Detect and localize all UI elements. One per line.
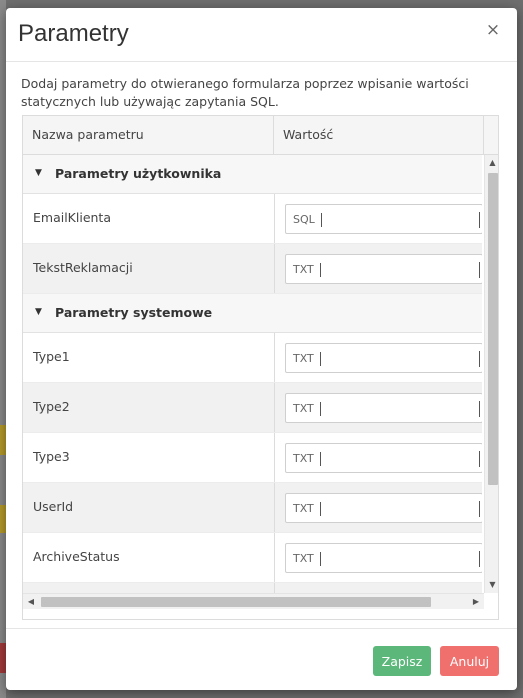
param-value-cell: TXT [274, 333, 482, 382]
table-row: EmailKlienta SQL [23, 194, 482, 244]
param-type-badge[interactable]: SQL [293, 213, 322, 227]
scroll-down-icon[interactable]: ▼ [485, 577, 498, 593]
input-divider [479, 262, 480, 278]
table-row: Type1 TXT [23, 333, 482, 383]
table-row: Type3 TXT [23, 433, 482, 483]
horizontal-scrollbar[interactable]: ◀ ▶ [23, 593, 484, 609]
param-value-cell: SQL [274, 194, 482, 243]
group-label: Parametry systemowe [55, 305, 213, 320]
vertical-scroll-thumb[interactable] [488, 173, 498, 485]
param-type-badge[interactable]: TXT [293, 502, 321, 516]
table-row: Type2 TXT [23, 383, 482, 433]
caret-down-icon[interactable]: ▼ [35, 168, 42, 178]
param-type-badge[interactable]: TXT [293, 452, 321, 466]
param-value-input[interactable]: TXT [285, 343, 482, 373]
param-type-badge[interactable]: TXT [293, 402, 321, 416]
param-value-cell: TXT [274, 383, 482, 432]
input-divider [479, 401, 480, 417]
dialog-description: Dodaj parametry do otwieranego formularz… [21, 76, 469, 109]
param-name: Type1 [33, 349, 70, 364]
param-value-cell: TXT [274, 433, 482, 482]
param-value-cell: TXT [274, 533, 482, 582]
column-header-value[interactable]: Wartość [274, 116, 484, 154]
input-divider [479, 451, 480, 467]
dialog-title: Parametry [18, 20, 129, 47]
scroll-left-icon[interactable]: ◀ [23, 594, 39, 609]
param-type-badge[interactable]: TXT [293, 552, 321, 566]
param-name: UserId [33, 499, 74, 514]
scroll-right-icon[interactable]: ▶ [468, 594, 484, 609]
table-row: TekstReklamacji TXT [23, 244, 482, 294]
vertical-scrollbar[interactable]: ▲ ▼ [484, 155, 498, 593]
param-value-cell [274, 583, 482, 593]
param-type-badge[interactable]: TXT [293, 263, 321, 277]
table-row: UserId TXT [23, 483, 482, 533]
param-value-input[interactable]: TXT [285, 443, 482, 473]
dialog-footer: Zapisz Anuluj [6, 628, 517, 690]
input-divider [479, 351, 480, 367]
param-value-input[interactable]: SQL [285, 204, 482, 234]
horizontal-scroll-thumb[interactable] [41, 597, 431, 607]
parameters-dialog: Parametry × Dodaj parametry do otwierane… [6, 8, 517, 690]
param-name: EmailKlienta [33, 210, 111, 225]
param-value-input[interactable]: TXT [285, 493, 482, 523]
table-row [23, 583, 482, 593]
param-name: Type2 [33, 399, 70, 414]
cancel-button[interactable]: Anuluj [440, 646, 499, 676]
grid-header: Nazwa parametru Wartość [23, 116, 498, 155]
column-header-spacer [484, 116, 498, 154]
grid-body: ▼ Parametry użytkownika EmailKlienta SQL… [23, 155, 482, 593]
group-row-system-params[interactable]: ▼ Parametry systemowe [23, 294, 482, 333]
param-value-input[interactable]: TXT [285, 543, 482, 573]
save-button[interactable]: Zapisz [373, 646, 431, 676]
input-divider [479, 551, 480, 567]
dialog-header: Parametry × [6, 8, 517, 62]
scroll-up-icon[interactable]: ▲ [485, 155, 498, 171]
param-value-cell: TXT [274, 483, 482, 532]
column-header-name[interactable]: Nazwa parametru [23, 116, 274, 154]
param-type-badge[interactable]: TXT [293, 352, 321, 366]
input-divider [479, 501, 480, 517]
param-value-input[interactable]: TXT [285, 393, 482, 423]
param-value-input[interactable]: TXT [285, 254, 482, 284]
caret-down-icon[interactable]: ▼ [35, 307, 42, 317]
param-name: Type3 [33, 449, 70, 464]
param-name: TekstReklamacji [33, 260, 133, 275]
param-name: ArchiveStatus [33, 549, 120, 564]
group-row-user-params[interactable]: ▼ Parametry użytkownika [23, 155, 482, 194]
close-icon[interactable]: × [483, 20, 503, 40]
param-value-cell: TXT [274, 244, 482, 293]
table-row: ArchiveStatus TXT [23, 533, 482, 583]
group-label: Parametry użytkownika [55, 166, 222, 181]
input-divider [479, 212, 480, 228]
parameters-grid: Nazwa parametru Wartość ▼ Parametry użyt… [22, 115, 499, 620]
